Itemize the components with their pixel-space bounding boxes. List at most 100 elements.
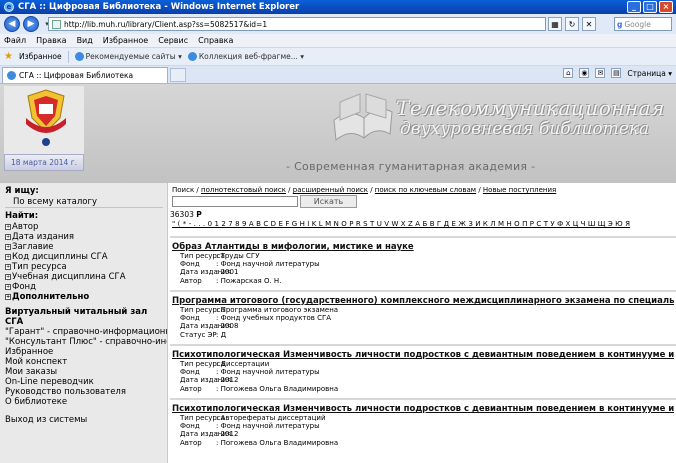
metadata-row: Автор: Пожарская О. Н. <box>180 277 320 285</box>
reading-room-title[interactable]: Виртуальный читальный зал СГА <box>0 302 167 327</box>
result-title-link[interactable]: Программа итогового (государственного) к… <box>172 296 674 306</box>
expand-plus-icon[interactable]: + <box>5 244 11 250</box>
menu-file[interactable]: Файл <box>4 36 26 45</box>
favorites-bar: ★ Избранное Рекомендуемые сайты ▾ Коллек… <box>0 48 676 66</box>
banner-subtitle: двухуровневая библиотека <box>400 119 650 139</box>
new-tab-button[interactable] <box>170 67 186 82</box>
advanced-search-link[interactable]: расширенный поиск <box>293 186 368 194</box>
sidebar-link[interactable]: "Консультант Плюс" - справочно-информ <box>5 337 167 347</box>
separator <box>67 50 69 63</box>
sidebar-field-item[interactable]: + Автор <box>5 222 167 232</box>
sidebar-link[interactable]: Мой конспект <box>5 357 167 367</box>
search-button[interactable]: Искать <box>300 195 357 208</box>
search-nav: Поиск / полнотекстовый поиск / расширенн… <box>172 186 557 194</box>
metadata-key: Автор <box>180 384 202 393</box>
forward-button[interactable]: ▶ <box>23 16 39 32</box>
metadata-row: Статус ЭР: Д <box>180 331 338 339</box>
page-menu-button[interactable]: Страница ▾ <box>627 69 672 78</box>
favorites-star-icon[interactable]: ★ <box>4 51 13 62</box>
metadata-row: Тип ресурса: Труды СГУ <box>180 252 320 260</box>
result-title-link[interactable]: Психотипологическая Изменчивость личност… <box>172 404 674 414</box>
metadata-row: Дата издания: 2012 <box>180 430 338 438</box>
mail-icon[interactable]: ✉ <box>595 68 606 78</box>
back-button[interactable]: ◀ <box>4 16 20 32</box>
metadata-key: Дата издания <box>180 430 232 439</box>
metadata-row: Фонд: Фонд научной литературы <box>180 260 320 268</box>
tab-active[interactable]: СГА :: Цифровая Библиотека <box>2 66 168 83</box>
sidebar-field-item[interactable]: + Код дисциплины СГА <box>5 252 167 262</box>
sidebar-field-label: Дополнительно <box>12 292 90 302</box>
feeds-icon[interactable]: ◉ <box>579 68 590 78</box>
metadata-value: : Д <box>216 330 227 339</box>
minimize-button[interactable]: _ <box>627 1 641 13</box>
menu-help[interactable]: Справка <box>198 36 233 45</box>
page-viewport: 18 марта 2014 г. Телекоммуникационная дв… <box>0 84 676 463</box>
metadata-value: : Программа итогового экзамена <box>216 306 339 314</box>
metadata-value: : 2008 <box>216 322 239 331</box>
search-input[interactable] <box>172 196 298 207</box>
sidebar-link[interactable]: Мои заказы <box>5 367 167 377</box>
menu-favorites[interactable]: Избранное <box>103 36 148 45</box>
expand-plus-icon[interactable]: + <box>5 274 11 280</box>
metadata-row: Автор: Погожева Ольга Владимировна <box>180 439 338 447</box>
sidebar-field-item[interactable]: + Дополнительно <box>5 292 167 302</box>
expand-plus-icon[interactable]: + <box>5 254 11 260</box>
expand-plus-icon[interactable]: + <box>5 224 11 230</box>
banner-title: Телекоммуникационная <box>396 96 665 120</box>
favorites-button[interactable]: Избранное <box>19 52 62 61</box>
expand-plus-icon[interactable]: + <box>5 284 11 290</box>
sidebar-link[interactable]: О библиотеке <box>5 397 167 407</box>
sidebar-link[interactable]: "Гарант" - справочно-информационная с <box>5 327 167 337</box>
sidebar-field-item[interactable]: + Фонд <box>5 282 167 292</box>
home-icon[interactable]: ⌂ <box>563 68 574 78</box>
sidebar-link[interactable]: Руководство пользователя <box>5 387 167 397</box>
refresh-icon[interactable]: ↻ <box>565 17 579 31</box>
sidebar-field-item[interactable]: + Заглавие <box>5 242 167 252</box>
expand-plus-icon[interactable]: + <box>5 264 11 270</box>
menu-view[interactable]: Вид <box>77 36 93 45</box>
results-count: 36303 Р <box>170 210 202 219</box>
metadata-value: : Диссертации <box>216 360 270 368</box>
metadata-value: : Пожарская О. Н. <box>216 276 282 285</box>
search-field[interactable]: g Google <box>614 17 672 31</box>
expand-plus-icon[interactable]: + <box>5 294 11 300</box>
metadata-key: Тип ресурса <box>180 414 225 422</box>
menu-tools[interactable]: Сервис <box>158 36 188 45</box>
expand-plus-icon[interactable]: + <box>5 234 11 240</box>
fulltext-search-link[interactable]: полнотекстовый поиск <box>201 186 286 194</box>
result-metadata: Тип ресурса: Диссертации Фонд: Фонд научн… <box>180 360 338 393</box>
metadata-key: Статус ЭР <box>180 330 217 339</box>
results-count-value: 36303 <box>170 210 194 219</box>
result-title-link[interactable]: Психотипологическая Изменчивость личност… <box>172 350 674 360</box>
close-button[interactable]: × <box>659 1 673 13</box>
print-icon[interactable]: ▤ <box>611 68 622 78</box>
metadata-value: : Фонд научной литературы <box>216 368 320 377</box>
sidebar-link[interactable]: Избранное <box>5 347 167 357</box>
ie-page-icon <box>74 52 84 61</box>
logout-link[interactable]: Выход из системы <box>5 415 167 425</box>
web-slice-gallery-link[interactable]: Коллекция веб-фрагме... ▾ <box>187 52 305 61</box>
sidebar-field-item[interactable]: + Дата издания <box>5 232 167 242</box>
alphabet-index[interactable]: " ( * - . . . 0 1 2 7 8 9 A B C D E F G … <box>172 220 630 228</box>
sidebar-link[interactable]: On-Line переводчик <box>5 377 167 387</box>
metadata-key: Тип ресурса <box>180 306 225 314</box>
compatibility-view-icon[interactable]: ▦ <box>548 17 562 31</box>
sidebar-field-item[interactable]: + Тип ресурса <box>5 262 167 272</box>
maximize-button[interactable]: □ <box>643 1 657 13</box>
url-field[interactable]: http://lib.muh.ru/library/Client.asp?ss=… <box>48 17 546 31</box>
suggested-sites-link[interactable]: Рекомендуемые сайты ▾ <box>74 52 182 61</box>
metadata-key: Дата издания <box>180 376 232 385</box>
sidebar-field-item[interactable]: + Учебная дисциплина СГА <box>5 272 167 282</box>
metadata-row: Дата издания: 2008 <box>180 322 338 330</box>
tab-page-icon <box>7 70 16 80</box>
web-slice-gallery-label: Коллекция веб-фрагме... ▾ <box>198 52 305 61</box>
result-title-link[interactable]: Образ Атлантиды в мифологии, мистике и н… <box>172 242 674 252</box>
keyword-search-link[interactable]: поиск по ключевым словам <box>375 186 476 194</box>
current-letter: Р <box>196 210 202 219</box>
metadata-row: Тип ресурса: Программа итогового экзамен… <box>180 306 338 314</box>
new-arrivals-link[interactable]: Новые поступления <box>483 186 556 194</box>
stop-icon[interactable]: ✕ <box>582 17 596 31</box>
menu-edit[interactable]: Правка <box>36 36 66 45</box>
metadata-value: : Фонд учебных продуктов СГА <box>216 314 332 323</box>
catalog-scope-select[interactable]: По всему каталогу <box>5 197 163 208</box>
